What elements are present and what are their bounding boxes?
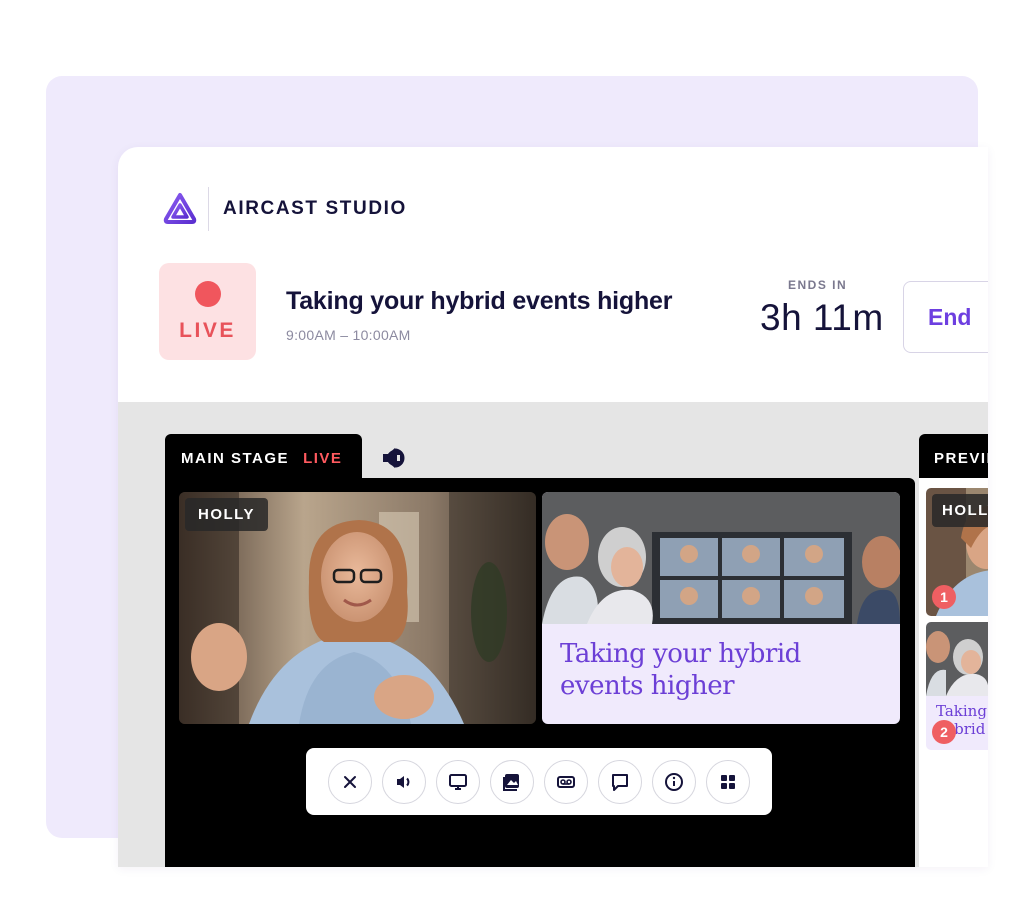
preview-number-badge: 2 <box>932 720 956 744</box>
main-stage: HOLLY Taking your hybrid events higher <box>165 478 915 867</box>
event-title: Taking your hybrid events higher <box>286 287 673 315</box>
screen-share-button[interactable] <box>436 759 480 804</box>
live-status-badge: LIVE <box>159 263 256 360</box>
tab-main-stage[interactable]: MAIN STAGE LIVE <box>165 434 362 482</box>
slide-caption: Taking your hybrid events higher <box>560 639 801 701</box>
preview-item-1[interactable]: HOLLY 1 <box>926 488 988 616</box>
aircast-logo-icon <box>162 191 198 227</box>
chat-button[interactable] <box>598 759 642 804</box>
info-icon <box>665 772 683 791</box>
image-icon <box>503 773 519 791</box>
event-time-range: 9:00AM – 10:00AM <box>286 327 411 343</box>
studio-content-area: MAIN STAGE LIVE HOLLY Taking your hybrid… <box>118 402 988 867</box>
grid-icon <box>721 774 735 789</box>
end-event-button[interactable]: End <box>903 281 988 353</box>
meeting-room-image <box>542 492 900 624</box>
video-tile-slide[interactable]: Taking your hybrid events higher <box>542 492 900 724</box>
main-stage-label: MAIN STAGE <box>181 449 290 467</box>
monitor-icon <box>449 773 467 790</box>
chat-icon <box>612 773 628 791</box>
video-tile-holly[interactable]: HOLLY <box>179 492 536 724</box>
main-stage-live-label: LIVE <box>303 449 343 467</box>
audio-button[interactable] <box>382 759 426 804</box>
preview-column: HOLLY 1 Taking your hybrid events 2 <box>919 478 988 867</box>
tab-preview[interactable]: PREVIEW <box>919 434 988 482</box>
media-button[interactable] <box>490 759 534 804</box>
app-name: AIRCAST STUDIO <box>223 198 407 219</box>
stage-controls-toolbar <box>306 748 772 815</box>
close-icon <box>344 775 356 788</box>
recording-button[interactable] <box>544 759 588 804</box>
brand-divider <box>208 187 209 231</box>
studio-window: AIRCAST STUDIO LIVE Taking your hybrid e… <box>118 147 988 867</box>
speaker-icon[interactable] <box>380 446 406 470</box>
brand: AIRCAST STUDIO <box>162 187 407 231</box>
preview-number-badge: 1 <box>932 585 956 609</box>
preview-name-tag: HOLLY <box>932 494 988 527</box>
preview-label: PREVIEW <box>934 449 988 467</box>
speaker-name-tag: HOLLY <box>185 498 268 531</box>
preview-item-2[interactable]: Taking your hybrid events 2 <box>926 622 988 750</box>
live-status-label: LIVE <box>179 318 236 342</box>
voicemail-icon <box>557 775 575 788</box>
ends-in-countdown: 3h 11m <box>760 297 884 338</box>
preview-image <box>926 622 988 696</box>
live-dot-icon <box>194 280 221 307</box>
speaker-icon <box>397 775 410 788</box>
layout-button[interactable] <box>706 759 750 804</box>
close-button[interactable] <box>328 759 372 804</box>
ends-in-label: ENDS IN <box>788 278 848 292</box>
info-button[interactable] <box>652 759 696 804</box>
